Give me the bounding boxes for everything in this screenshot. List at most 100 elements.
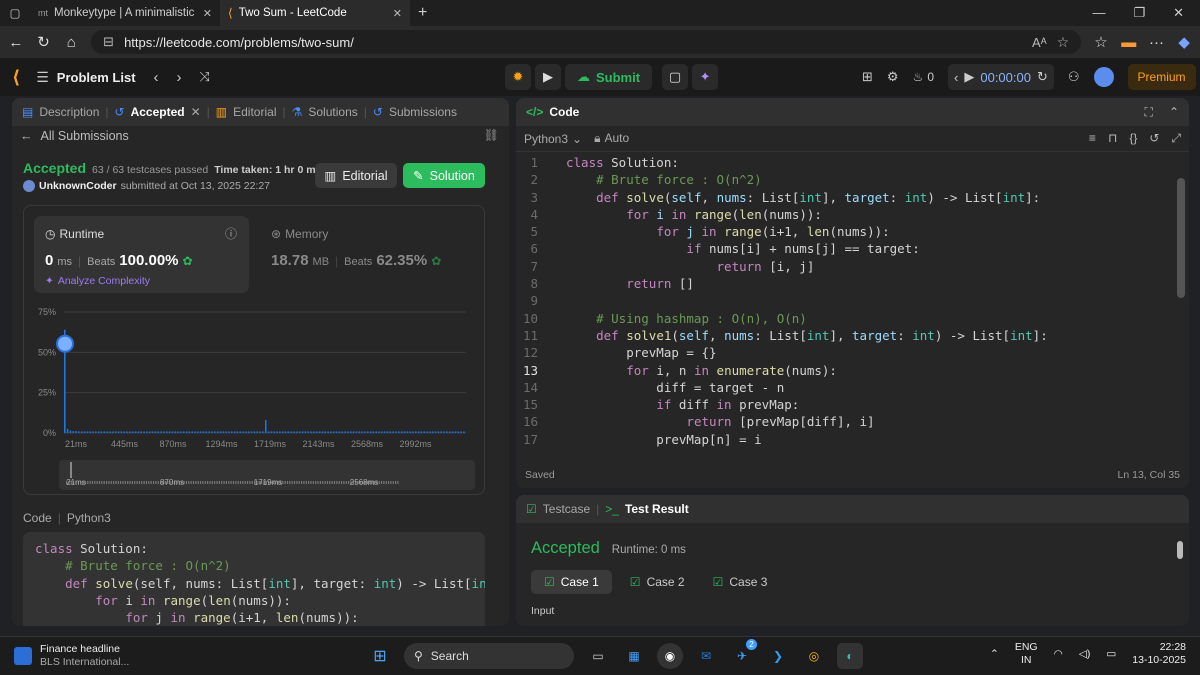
tab-testcase[interactable]: Testcase <box>543 502 590 516</box>
url-field[interactable]: ⊟ https://leetcode.com/problems/two-sum/… <box>91 30 1082 54</box>
case-1-tab[interactable]: ☑ Case 1 <box>531 570 612 594</box>
reset-code-icon[interactable]: ↺ <box>1149 131 1159 146</box>
clock[interactable]: 22:28 13-10-2025 <box>1132 641 1186 667</box>
all-submissions-link[interactable]: ← All Submissions <box>20 129 129 143</box>
avatar[interactable] <box>1093 67 1114 87</box>
result-scrollbar[interactable] <box>1177 541 1183 559</box>
layout-icon[interactable]: ⊞ <box>862 69 873 85</box>
chart-bar <box>100 431 103 433</box>
minimap-bar <box>122 481 124 484</box>
username[interactable]: UnknownCoder <box>39 180 117 192</box>
tab-leetcode[interactable]: ⟨ Two Sum - LeetCode ✕ <box>220 0 410 26</box>
user-avatar <box>23 180 35 192</box>
fullscreen-icon[interactable]: ⤢ <box>1171 131 1181 146</box>
window-close-icon[interactable]: ✕ <box>1173 5 1184 21</box>
close-tab-icon[interactable]: ✕ <box>191 105 201 119</box>
maximize-icon[interactable]: ⛶ <box>1145 105 1153 120</box>
wifi-icon[interactable]: ◠ <box>1054 648 1063 660</box>
debug-icon[interactable]: ✹ <box>505 64 531 90</box>
x-tick-label: 870ms <box>159 439 187 449</box>
tab-description[interactable]: Description <box>39 105 99 119</box>
tab-solutions[interactable]: Solutions <box>308 105 357 119</box>
editor-toolbar: Python3 ⌄ 🔒︎ Auto ≡ ⊓ {} ↺ ⤢ <box>516 126 1189 152</box>
chart-bar <box>97 431 100 433</box>
bookmark-icon[interactable]: ⊓ <box>1108 131 1117 146</box>
home-icon[interactable]: ⌂ <box>63 34 79 51</box>
run-icon[interactable]: ▶ <box>535 64 561 90</box>
info-icon[interactable]: ⓘ <box>225 225 237 242</box>
volume-icon[interactable]: ◁) <box>1079 648 1091 660</box>
collapse-icon[interactable]: ⌃ <box>1169 105 1179 120</box>
store-icon[interactable]: ▦ <box>621 643 647 669</box>
chart-bar <box>432 431 434 433</box>
premium-button[interactable]: Premium <box>1127 64 1196 90</box>
runtime-card[interactable]: ◷ Runtime ⓘ 0 ms | Beats 100.00% ✿ ✦ Ana… <box>34 216 249 293</box>
timer-widget[interactable]: ‹ ▶ 00:00:00 ↻ <box>948 64 1054 90</box>
submit-button[interactable]: ☁ Submit <box>565 64 653 90</box>
streak-counter[interactable]: ♨ 0 <box>913 70 934 84</box>
shuffle-icon[interactable]: ⤨ <box>200 69 210 85</box>
solution-button[interactable]: ✎ Solution <box>403 163 485 188</box>
close-icon[interactable]: ✕ <box>203 7 212 20</box>
language-indicator[interactable]: ENG IN <box>1015 641 1038 667</box>
memory-card[interactable]: ⊛ Memory 18.78 MB | Beats 62.35% ✿ <box>271 216 476 293</box>
favorites-icon[interactable]: ☆ <box>1093 33 1109 51</box>
back-icon[interactable]: ← <box>8 34 24 51</box>
minimap-bar <box>127 481 129 484</box>
windows-start-icon[interactable]: ⊞ <box>367 643 393 669</box>
chevron-up-icon[interactable]: ⌃ <box>990 648 999 660</box>
refresh-icon[interactable]: ↻ <box>36 33 52 51</box>
code-editor[interactable]: 1 class Solution: 2 # Brute force : O(n^2)… <box>516 154 1176 454</box>
outlook-icon[interactable]: ✉ <box>693 643 719 669</box>
tools-icon[interactable]: ✈ 2 <box>729 639 757 669</box>
copilot-icon[interactable]: ◆ <box>1176 33 1192 51</box>
edge-icon[interactable]: ◐ <box>837 643 863 669</box>
vscode-icon[interactable]: ❯ <box>765 643 791 669</box>
minimap-bar <box>209 481 211 484</box>
editor-scrollbar[interactable] <box>1177 178 1185 298</box>
case-2-tab[interactable]: ☑ Case 2 <box>620 570 695 594</box>
site-info-icon[interactable]: ⊟ <box>103 34 114 50</box>
tab-test-result[interactable]: Test Result <box>625 502 689 516</box>
line-number: 4 <box>530 206 538 222</box>
read-aloud-icon[interactable]: Aᴬ <box>1032 35 1047 50</box>
chart-bar <box>194 431 196 433</box>
chrome-icon[interactable]: ◎ <box>801 643 827 669</box>
restore-icon[interactable]: ❐ <box>1133 5 1145 21</box>
add-friend-icon[interactable]: ⚇ <box>1068 69 1080 85</box>
dell-icon[interactable]: ◉ <box>657 643 683 669</box>
taskbar-search[interactable]: ⚲ Search <box>404 643 574 669</box>
next-problem-icon[interactable]: › <box>177 69 182 86</box>
case-3-tab[interactable]: ☑ Case 3 <box>703 570 778 594</box>
favorite-star-icon[interactable]: ☆ <box>1057 34 1070 51</box>
battery-icon[interactable]: ▭ <box>1106 648 1116 660</box>
tab-editorial[interactable]: Editorial <box>233 105 276 119</box>
format-icon[interactable]: ≡ <box>1089 131 1096 146</box>
leetcode-logo-icon[interactable]: ⟨ <box>12 67 20 88</box>
minimize-icon[interactable]: — <box>1092 5 1105 21</box>
extension-icon[interactable]: ▬ <box>1121 34 1137 51</box>
ai-sparkle-icon[interactable]: ✦ <box>692 64 719 90</box>
problem-list-link[interactable]: Problem List <box>57 70 136 85</box>
editorial-button[interactable]: ▥ Editorial <box>315 163 397 188</box>
braces-icon[interactable]: {} <box>1129 131 1137 146</box>
runtime-distribution-chart[interactable]: 75% 50% 25% 0% 21ms 445ms 870ms 1294ms 1719ms 214… <box>24 298 484 493</box>
settings-gear-icon[interactable]: ⚙ <box>887 69 899 85</box>
share-link-icon[interactable]: ⛓ <box>484 128 499 142</box>
news-widget[interactable]: Finance headline BLS International... <box>0 643 300 669</box>
language-select[interactable]: Python3 ⌄ <box>524 132 582 146</box>
more-icon[interactable]: ··· <box>1149 34 1165 51</box>
tab-accepted[interactable]: Accepted <box>131 105 185 119</box>
new-tab-icon[interactable]: + <box>410 0 435 26</box>
prev-problem-icon[interactable]: ‹ <box>154 69 159 86</box>
tab-monkeytype[interactable]: mt Monkeytype | A minimalistic, cust ✕ <box>30 0 220 26</box>
tab-actions-icon[interactable]: ▢ <box>0 0 30 26</box>
y-tick-label: 75% <box>38 307 56 317</box>
notes-icon[interactable]: ▢ <box>662 64 689 90</box>
task-view-icon[interactable]: ▭ <box>585 643 611 669</box>
auto-mode[interactable]: 🔒︎ Auto <box>594 131 629 146</box>
analyze-complexity-link[interactable]: ✦ Analyze Complexity <box>45 275 150 287</box>
minimap-bar <box>317 481 319 484</box>
close-icon[interactable]: ✕ <box>393 7 402 20</box>
tab-submissions[interactable]: Submissions <box>389 105 457 119</box>
